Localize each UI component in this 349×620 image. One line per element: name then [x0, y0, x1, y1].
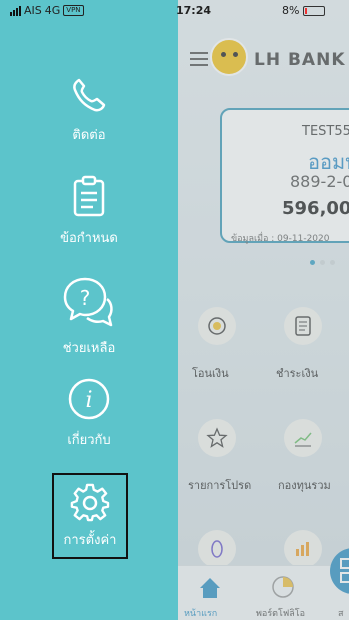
drawer-item-label: ข้อกำหนด: [60, 231, 118, 246]
drawer-item-label: ช่วยเหลือ: [62, 341, 116, 356]
drawer-item-label: เกี่ยวกับ: [67, 433, 111, 448]
side-drawer: ติดต่อ ข้อกำหนด ? ช่วยเหลือ i เกี่ยวกับ: [0, 0, 178, 620]
clipboard-icon: [73, 175, 105, 217]
vpn-badge: VPN: [63, 5, 84, 16]
drawer-item-label: การตั้งค่า: [63, 533, 117, 548]
network-label: 4G: [44, 4, 61, 17]
status-left: AIS 4G VPN: [10, 4, 84, 17]
gear-icon: [70, 483, 110, 522]
battery-percent: 8%: [282, 4, 300, 17]
signal-icon: [10, 5, 21, 16]
drawer-item-help[interactable]: ? ช่วยเหลือ: [0, 275, 178, 358]
dim-overlay[interactable]: [178, 0, 349, 620]
status-right: 8%: [282, 4, 326, 17]
battery-icon: [303, 5, 326, 16]
phone-icon: [73, 78, 106, 112]
help-chat-icon: ?: [63, 277, 113, 327]
info-icon: i: [68, 378, 110, 420]
drawer-item-label: ติดต่อ: [72, 128, 106, 143]
svg-text:?: ?: [80, 286, 91, 310]
carrier-label: AIS: [24, 4, 42, 17]
drawer-item-settings[interactable]: การตั้งค่า: [52, 473, 128, 559]
svg-text:i: i: [85, 388, 92, 413]
drawer-item-terms[interactable]: ข้อกำหนด: [0, 175, 178, 248]
drawer-item-contact[interactable]: ติดต่อ: [0, 72, 178, 145]
drawer-item-about[interactable]: i เกี่ยวกับ: [0, 377, 178, 450]
status-time: 17:24: [176, 4, 212, 17]
status-bar: AIS 4G VPN 17:24 8%: [0, 0, 349, 20]
